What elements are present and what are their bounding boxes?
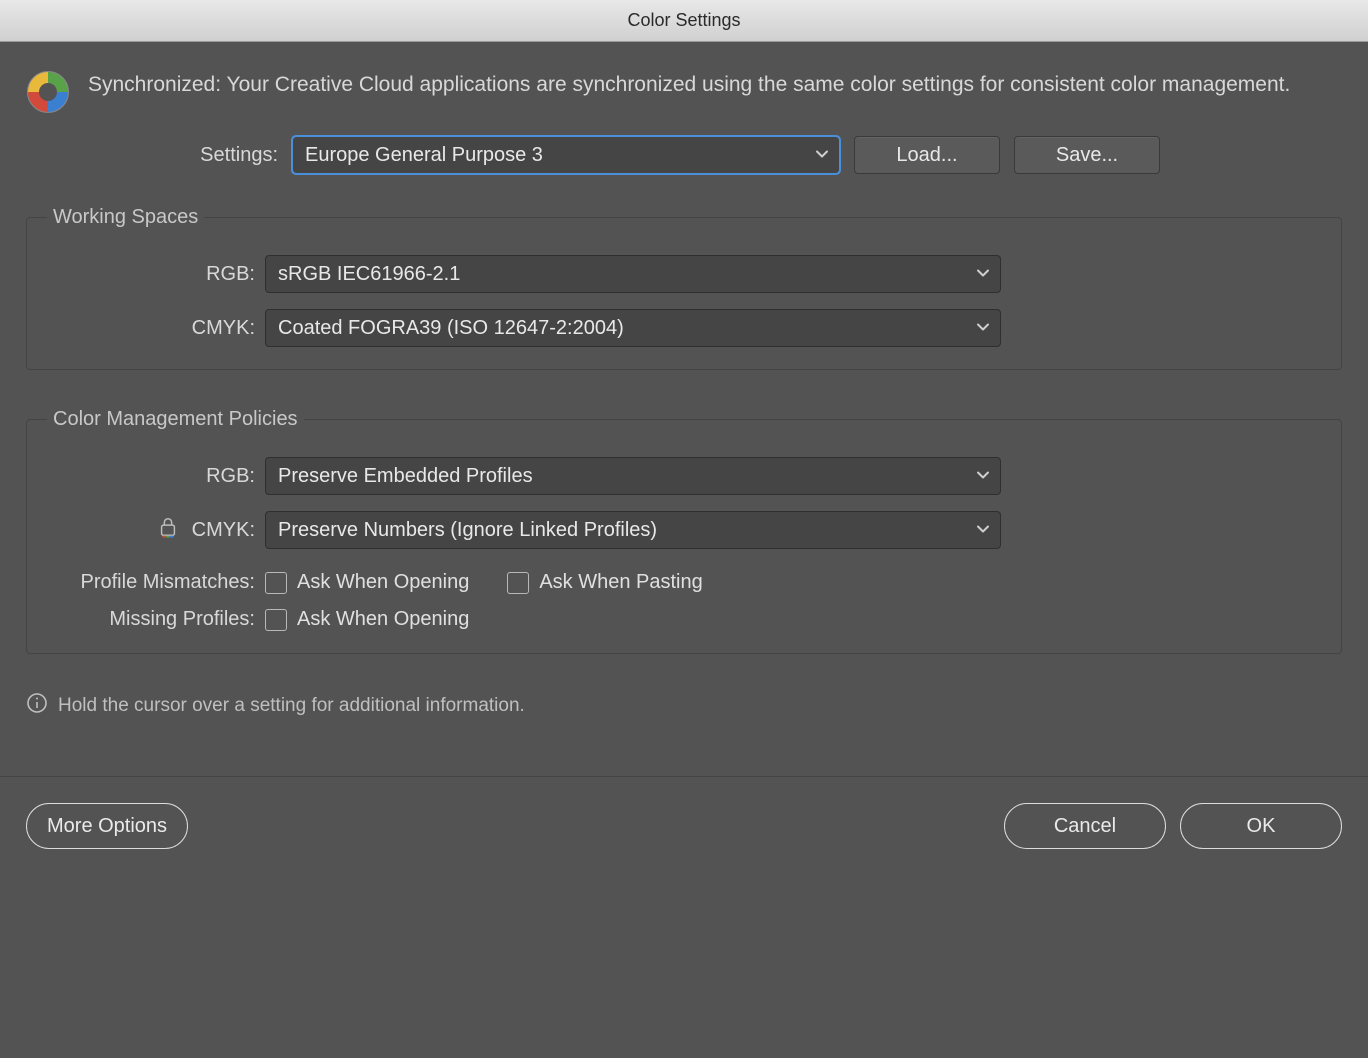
window-titlebar: Color Settings <box>0 0 1368 42</box>
pol-rgb-select[interactable]: Preserve Embedded Profiles <box>265 457 1001 495</box>
color-sync-icon <box>26 70 70 114</box>
mismatch-ask-opening-label: Ask When Opening <box>297 571 469 594</box>
mismatch-ask-pasting[interactable]: Ask When Pasting <box>507 571 702 594</box>
cancel-button[interactable]: Cancel <box>1004 803 1166 849</box>
checkbox-unchecked-icon <box>265 572 287 594</box>
mismatch-ask-opening[interactable]: Ask When Opening <box>265 571 469 594</box>
sync-status-row: Synchronized: Your Creative Cloud applic… <box>26 70 1342 114</box>
missing-ask-opening[interactable]: Ask When Opening <box>265 608 469 631</box>
mismatch-ask-pasting-label: Ask When Pasting <box>539 571 702 594</box>
info-hint-text: Hold the cursor over a setting for addit… <box>58 695 525 717</box>
more-options-label: More Options <box>47 815 167 838</box>
checkbox-unchecked-icon <box>507 572 529 594</box>
ws-rgb-value: sRGB IEC61966-2.1 <box>278 263 460 286</box>
pol-cmyk-label: CMYK: <box>192 519 255 542</box>
load-button[interactable]: Load... <box>854 136 1000 174</box>
chevron-down-icon <box>976 519 990 542</box>
lock-icon <box>152 516 184 544</box>
ws-cmyk-label: CMYK: <box>43 317 255 340</box>
settings-row: Settings: Europe General Purpose 3 Load.… <box>26 136 1342 174</box>
color-policies-panel: Color Management Policies RGB: Preserve … <box>26 408 1342 654</box>
chevron-down-icon <box>815 144 829 167</box>
working-spaces-panel: Working Spaces RGB: sRGB IEC61966-2.1 CM… <box>26 206 1342 370</box>
settings-select-value: Europe General Purpose 3 <box>305 144 543 167</box>
pol-cmyk-value: Preserve Numbers (Ignore Linked Profiles… <box>278 519 657 542</box>
more-options-button[interactable]: More Options <box>26 803 188 849</box>
ws-cmyk-value: Coated FOGRA39 (ISO 12647-2:2004) <box>278 317 624 340</box>
ws-cmyk-select[interactable]: Coated FOGRA39 (ISO 12647-2:2004) <box>265 309 1001 347</box>
dialog-body: Synchronized: Your Creative Cloud applic… <box>0 42 1368 720</box>
settings-label: Settings: <box>186 144 278 167</box>
pol-cmyk-select[interactable]: Preserve Numbers (Ignore Linked Profiles… <box>265 511 1001 549</box>
cancel-button-label: Cancel <box>1054 815 1116 838</box>
missing-ask-opening-label: Ask When Opening <box>297 608 469 631</box>
info-icon <box>26 692 48 720</box>
ok-button-label: OK <box>1247 815 1276 838</box>
pol-rgb-label: RGB: <box>43 465 255 488</box>
missing-profiles-label: Missing Profiles: <box>43 608 255 631</box>
pol-rgb-value: Preserve Embedded Profiles <box>278 465 533 488</box>
checkbox-unchecked-icon <box>265 609 287 631</box>
working-spaces-legend: Working Spaces <box>47 206 204 229</box>
chevron-down-icon <box>976 465 990 488</box>
ws-rgb-label: RGB: <box>43 263 255 286</box>
color-policies-legend: Color Management Policies <box>47 408 304 431</box>
sync-status-text: Synchronized: Your Creative Cloud applic… <box>88 70 1290 99</box>
info-hint-row: Hold the cursor over a setting for addit… <box>26 692 1342 720</box>
chevron-down-icon <box>976 263 990 286</box>
save-button-label: Save... <box>1056 144 1118 167</box>
load-button-label: Load... <box>896 144 957 167</box>
ws-rgb-select[interactable]: sRGB IEC61966-2.1 <box>265 255 1001 293</box>
settings-select[interactable]: Europe General Purpose 3 <box>292 136 840 174</box>
chevron-down-icon <box>976 317 990 340</box>
ok-button[interactable]: OK <box>1180 803 1342 849</box>
dialog-footer: More Options Cancel OK <box>0 777 1368 879</box>
profile-mismatches-label: Profile Mismatches: <box>43 571 255 594</box>
window-title: Color Settings <box>627 10 740 31</box>
save-button[interactable]: Save... <box>1014 136 1160 174</box>
